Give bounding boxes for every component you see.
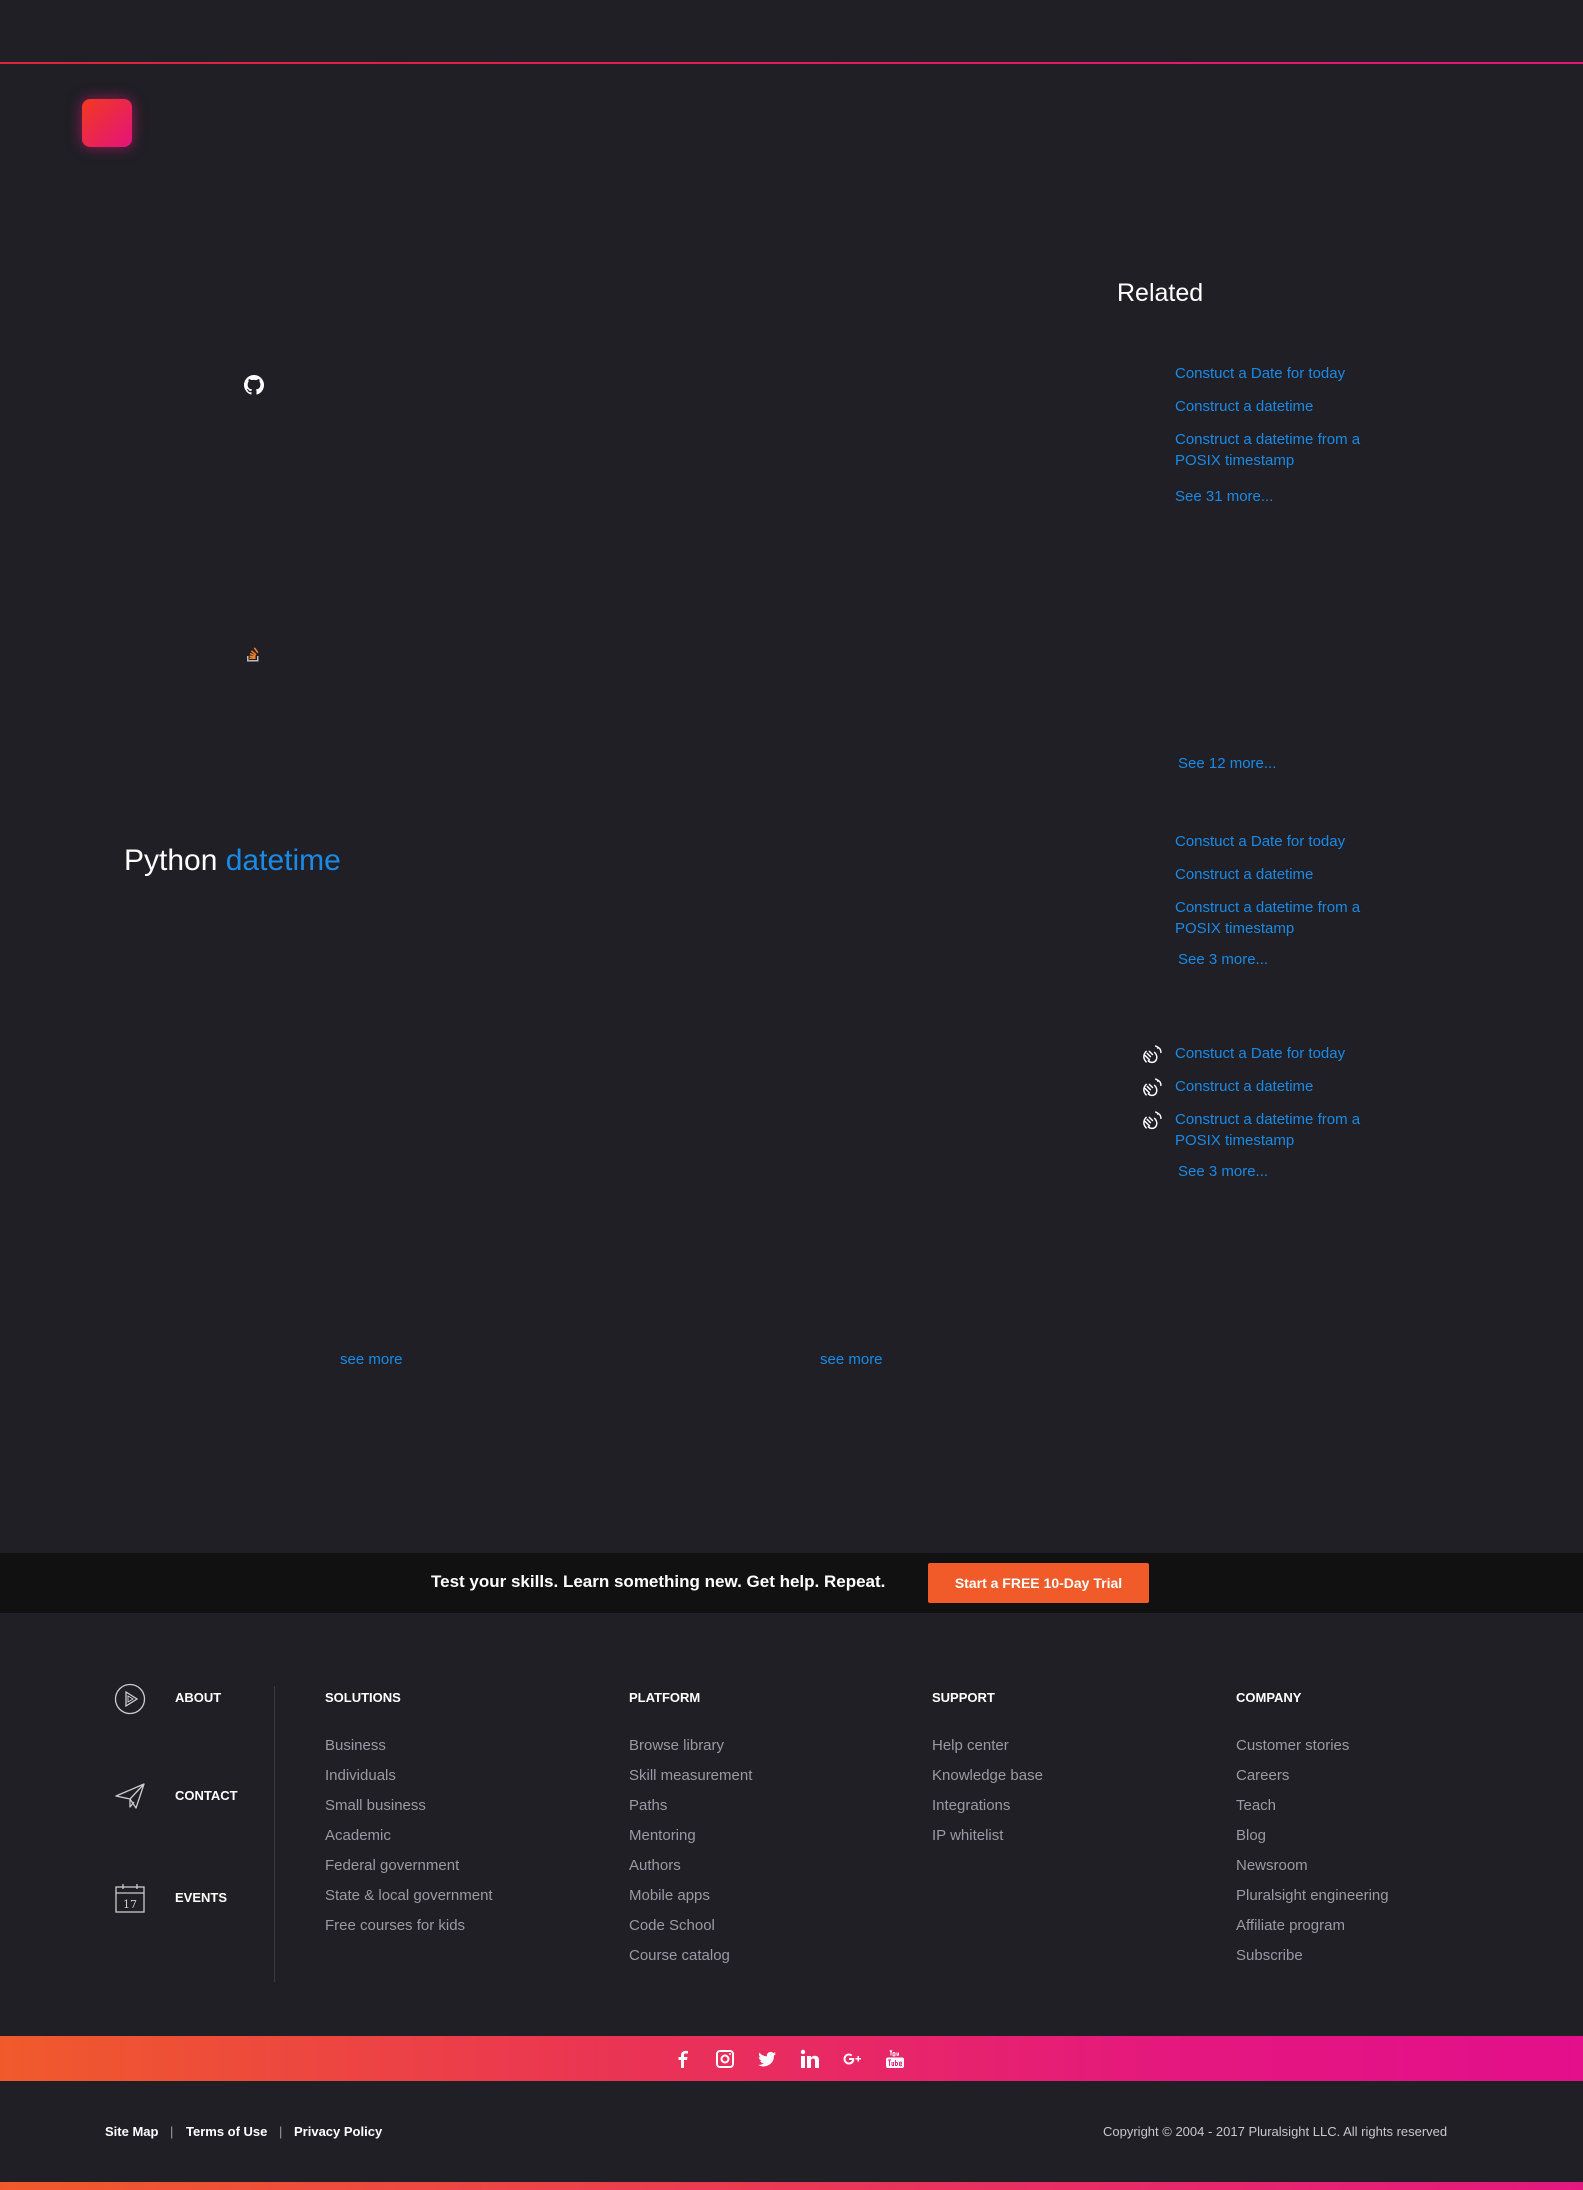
see-more-link[interactable]: see more (340, 1351, 403, 1368)
footer-events[interactable]: EVENTS (175, 1890, 227, 1905)
see-more-link[interactable]: See 12 more... (1178, 753, 1276, 774)
page-title: Python datetime (124, 844, 341, 878)
footer-link[interactable]: Subscribe (1236, 1947, 1303, 1964)
paper-plane-icon (115, 1783, 145, 1809)
see-more-link[interactable]: See 31 more... (1175, 486, 1405, 507)
footer-link[interactable]: Small business (325, 1797, 426, 1814)
footer-link[interactable]: Skill measurement (629, 1767, 752, 1784)
hand-wave-icon (1143, 1045, 1162, 1064)
pluralsight-logo-icon[interactable] (82, 99, 132, 147)
related-link[interactable]: Construct a datetime from a POSIX timest… (1175, 897, 1405, 939)
free-trial-button[interactable]: Start a FREE 10-Day Trial (928, 1563, 1149, 1603)
see-more-link[interactable]: see more (820, 1351, 883, 1368)
footer-solutions-heading: SOLUTIONS (325, 1690, 401, 1705)
footer-link[interactable]: Affiliate program (1236, 1917, 1345, 1934)
youtube-icon[interactable] (885, 2049, 905, 2069)
related-link[interactable]: Construct a datetime from a POSIX timest… (1175, 429, 1405, 471)
see-more-link[interactable]: See 3 more... (1178, 1161, 1268, 1182)
footer-contact[interactable]: CONTACT (175, 1788, 238, 1803)
see-more-link[interactable]: See 3 more... (1178, 949, 1268, 970)
calendar-day: 17 (123, 1898, 137, 1911)
footer-link[interactable]: State & local government (325, 1887, 493, 1904)
google-plus-icon[interactable] (842, 2049, 862, 2069)
related-link[interactable]: Construct a datetime (1175, 1076, 1405, 1097)
twitter-icon[interactable] (757, 2049, 777, 2069)
footer-company-heading: COMPANY (1236, 1690, 1302, 1705)
legal-separator: | (170, 2124, 174, 2139)
facebook-icon[interactable] (673, 2049, 693, 2069)
play-circle-icon (114, 1683, 146, 1715)
footer-link[interactable]: Integrations (932, 1797, 1010, 1814)
footer-link[interactable]: Pluralsight engineering (1236, 1887, 1389, 1904)
footer-link[interactable]: Academic (325, 1827, 391, 1844)
footer-link[interactable]: Paths (629, 1797, 667, 1814)
related-link[interactable]: Construct a datetime from a POSIX timest… (1175, 1109, 1405, 1151)
instagram-icon[interactable] (715, 2049, 735, 2069)
copyright-text: Copyright © 2004 - 2017 Pluralsight LLC.… (1103, 2124, 1448, 2139)
footer-link[interactable]: Free courses for kids (325, 1917, 465, 1934)
footer-link[interactable]: Help center (932, 1737, 1009, 1754)
github-icon[interactable] (244, 375, 264, 395)
related-link[interactable]: Constuct a Date for today (1175, 363, 1405, 384)
footer-link[interactable]: Code School (629, 1917, 715, 1934)
footer-link[interactable]: Browse library (629, 1737, 724, 1754)
footer-link[interactable]: Customer stories (1236, 1737, 1349, 1754)
related-link[interactable]: Constuct a Date for today (1175, 1043, 1405, 1064)
legal-separator: | (279, 2124, 283, 2139)
hand-wave-icon (1143, 1111, 1162, 1130)
footer-link[interactable]: Newsroom (1236, 1857, 1308, 1874)
footer-link[interactable]: Business (325, 1737, 386, 1754)
social-bar (0, 2036, 1583, 2081)
banner-text: Test your skills. Learn something new. G… (431, 1572, 886, 1591)
footer-link[interactable]: Careers (1236, 1767, 1289, 1784)
footer-link[interactable]: Course catalog (629, 1947, 730, 1964)
site-map-link[interactable]: Site Map (105, 2124, 158, 2139)
footer-divider (274, 1686, 275, 1982)
footer-about[interactable]: ABOUT (175, 1690, 221, 1705)
top-accent-line (0, 62, 1583, 64)
footer-link[interactable]: Blog (1236, 1827, 1266, 1844)
footer-link[interactable]: IP whitelist (932, 1827, 1003, 1844)
related-link[interactable]: Construct a datetime (1175, 864, 1405, 885)
linkedin-icon[interactable] (800, 2049, 820, 2069)
footer-link[interactable]: Knowledge base (932, 1767, 1043, 1784)
bottom-accent-line (0, 2182, 1583, 2190)
title-prefix: Python (124, 844, 218, 877)
privacy-policy-link[interactable]: Privacy Policy (294, 2124, 382, 2139)
stackoverflow-icon[interactable] (246, 646, 260, 662)
related-link[interactable]: Constuct a Date for today (1175, 831, 1405, 852)
hand-wave-icon (1143, 1078, 1162, 1097)
footer-support-heading: SUPPORT (932, 1690, 995, 1705)
related-link[interactable]: Construct a datetime (1175, 396, 1405, 417)
footer-link[interactable]: Federal government (325, 1857, 459, 1874)
footer-link[interactable]: Mobile apps (629, 1887, 710, 1904)
title-accent: datetime (225, 844, 341, 877)
calendar-icon: 17 (115, 1884, 145, 1913)
terms-of-use-link[interactable]: Terms of Use (186, 2124, 267, 2139)
footer-link[interactable]: Authors (629, 1857, 681, 1874)
related-heading: Related (1117, 279, 1204, 307)
footer-link[interactable]: Individuals (325, 1767, 396, 1784)
footer-link[interactable]: Mentoring (629, 1827, 696, 1844)
footer-platform-heading: PLATFORM (629, 1690, 701, 1705)
footer-link[interactable]: Teach (1236, 1797, 1276, 1814)
